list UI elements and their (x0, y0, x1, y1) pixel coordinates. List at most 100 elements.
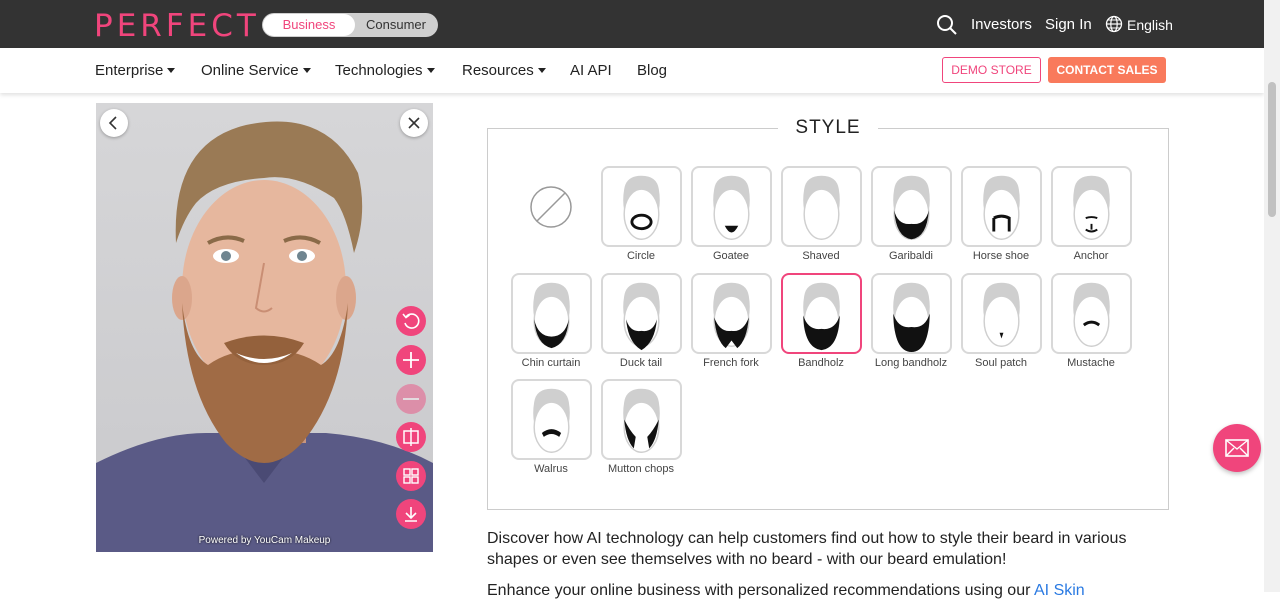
nav-ai-api[interactable]: AI API (570, 62, 612, 79)
beard-soul-patch-icon (983, 282, 1020, 347)
beard-horse-shoe-icon (983, 175, 1020, 240)
top-bar: PERFECT Business Consumer Investors Sign… (0, 0, 1264, 48)
nav-technologies-label: Technologies (335, 62, 423, 79)
close-button[interactable] (400, 109, 428, 137)
beard-style-label: Soul patch (975, 357, 1027, 369)
scrollbar-thumb[interactable] (1268, 82, 1276, 217)
beard-mustache-icon (1073, 282, 1110, 347)
beard-long-bandholz-icon (893, 282, 930, 352)
beard-style-bandholz[interactable] (781, 273, 862, 354)
beard-goatee-icon (713, 175, 750, 240)
investors-link[interactable]: Investors (971, 16, 1032, 33)
beard-walrus-icon (533, 388, 570, 453)
globe-icon[interactable] (1105, 15, 1123, 33)
nav-online-service[interactable]: Online Service (201, 62, 311, 79)
brand-logo[interactable]: PERFECT (94, 8, 260, 44)
business-consumer-toggle[interactable]: Business Consumer (262, 13, 438, 37)
page-scrollbar[interactable] (1264, 0, 1280, 592)
beard-style-mustache[interactable] (1051, 273, 1132, 354)
zoom-in-button[interactable] (396, 345, 426, 375)
beard-style-label: Goatee (712, 250, 750, 262)
chevron-left-icon (108, 116, 117, 130)
back-button[interactable] (100, 109, 128, 137)
zoom-out-button[interactable] (396, 384, 426, 414)
beard-style-label: Horse shoe (972, 250, 1030, 262)
beard-style-goatee[interactable] (691, 166, 772, 247)
style-title: STYLE (778, 117, 878, 139)
contact-sales-button[interactable]: CONTACT SALES (1048, 57, 1166, 83)
beard-style-label: Duck tail (619, 357, 663, 369)
beard-style-circle[interactable] (601, 166, 682, 247)
nav-technologies[interactable]: Technologies (335, 62, 435, 79)
beard-style-chin-curtain[interactable] (511, 273, 592, 354)
beard-style-mutton-chops[interactable] (601, 379, 682, 460)
toggle-consumer[interactable]: Consumer (356, 14, 436, 36)
beard-garibaldi-icon (893, 175, 930, 240)
minus-icon (403, 398, 419, 400)
beard-mutton-chops-icon (623, 388, 660, 453)
caret-down-icon (167, 68, 176, 73)
beard-duck-tail-icon (623, 282, 660, 351)
plus-icon (403, 352, 419, 368)
beard-style-label: Shaved (802, 250, 840, 262)
beard-style-label: Mutton chops (607, 463, 675, 475)
nav-online-service-label: Online Service (201, 62, 299, 79)
beard-style-label: French fork (703, 357, 759, 369)
nav-enterprise[interactable]: Enterprise (95, 62, 176, 79)
ai-skin-link[interactable]: AI Skin (1034, 582, 1085, 599)
beard-style-shaved[interactable] (781, 166, 862, 247)
bearded-man-portrait (96, 121, 433, 552)
beard-style-walrus[interactable] (511, 379, 592, 460)
beard-style-horse-shoe[interactable] (961, 166, 1042, 247)
main-nav: Enterprise Online Service Technologies R… (0, 48, 1264, 93)
no-beard-icon[interactable] (529, 185, 573, 229)
caret-down-icon (302, 68, 311, 73)
beard-style-french-fork[interactable] (691, 273, 772, 354)
beard-style-label: Circle (626, 250, 656, 262)
beard-style-label: Walrus (534, 463, 568, 475)
reset-button[interactable] (396, 306, 426, 336)
contact-mail-button[interactable] (1213, 424, 1261, 472)
sign-in-link[interactable]: Sign In (1045, 16, 1092, 33)
caret-down-icon (537, 68, 546, 73)
mail-icon (1225, 439, 1249, 457)
download-button[interactable] (396, 499, 426, 529)
powered-by-label: Powered by YouCam Makeup (198, 535, 331, 546)
description-paragraph-2: Enhance your online business with person… (487, 582, 1177, 600)
beard-style-anchor[interactable] (1051, 166, 1132, 247)
beard-style-label: Chin curtain (521, 357, 581, 369)
beard-anchor-icon (1073, 175, 1110, 240)
beard-style-garibaldi[interactable] (871, 166, 952, 247)
beard-style-label: Bandholz (798, 357, 844, 369)
nav-resources[interactable]: Resources (462, 62, 546, 79)
beard-style-long-bandholz[interactable] (871, 273, 952, 354)
beard-style-label: Long bandholz (874, 357, 948, 369)
grid-icon (403, 468, 419, 484)
beard-chin-curtain-icon (533, 282, 570, 349)
preview-photo: Powered by YouCam Makeup (96, 103, 433, 552)
beard-style-label: Mustache (1067, 357, 1115, 369)
description-paragraph-2-text: Enhance your online business with person… (487, 582, 1034, 599)
nav-resources-label: Resources (462, 62, 534, 79)
beard-style-label: Garibaldi (888, 250, 934, 262)
download-icon (405, 507, 417, 522)
beard-french-fork-icon (713, 282, 750, 349)
toggle-business[interactable]: Business (263, 14, 355, 36)
beard-shaved-icon (803, 175, 840, 240)
close-icon (408, 117, 420, 129)
beard-style-label: Anchor (1073, 250, 1109, 262)
beard-bandholz-icon (803, 282, 840, 351)
nav-enterprise-label: Enterprise (95, 62, 164, 79)
demo-store-button[interactable]: DEMO STORE (942, 57, 1041, 83)
undo-icon (402, 313, 420, 329)
beard-style-duck-tail[interactable] (601, 273, 682, 354)
caret-down-icon (426, 68, 435, 73)
nav-blog[interactable]: Blog (637, 62, 667, 79)
beard-circle-icon (623, 175, 660, 240)
grid-view-button[interactable] (396, 461, 426, 491)
description-paragraph: Discover how AI technology can help cust… (487, 530, 1127, 568)
search-icon[interactable] (936, 14, 958, 36)
compare-button[interactable] (396, 422, 426, 452)
language-selector[interactable]: English (1127, 17, 1173, 33)
beard-style-soul-patch[interactable] (961, 273, 1042, 354)
